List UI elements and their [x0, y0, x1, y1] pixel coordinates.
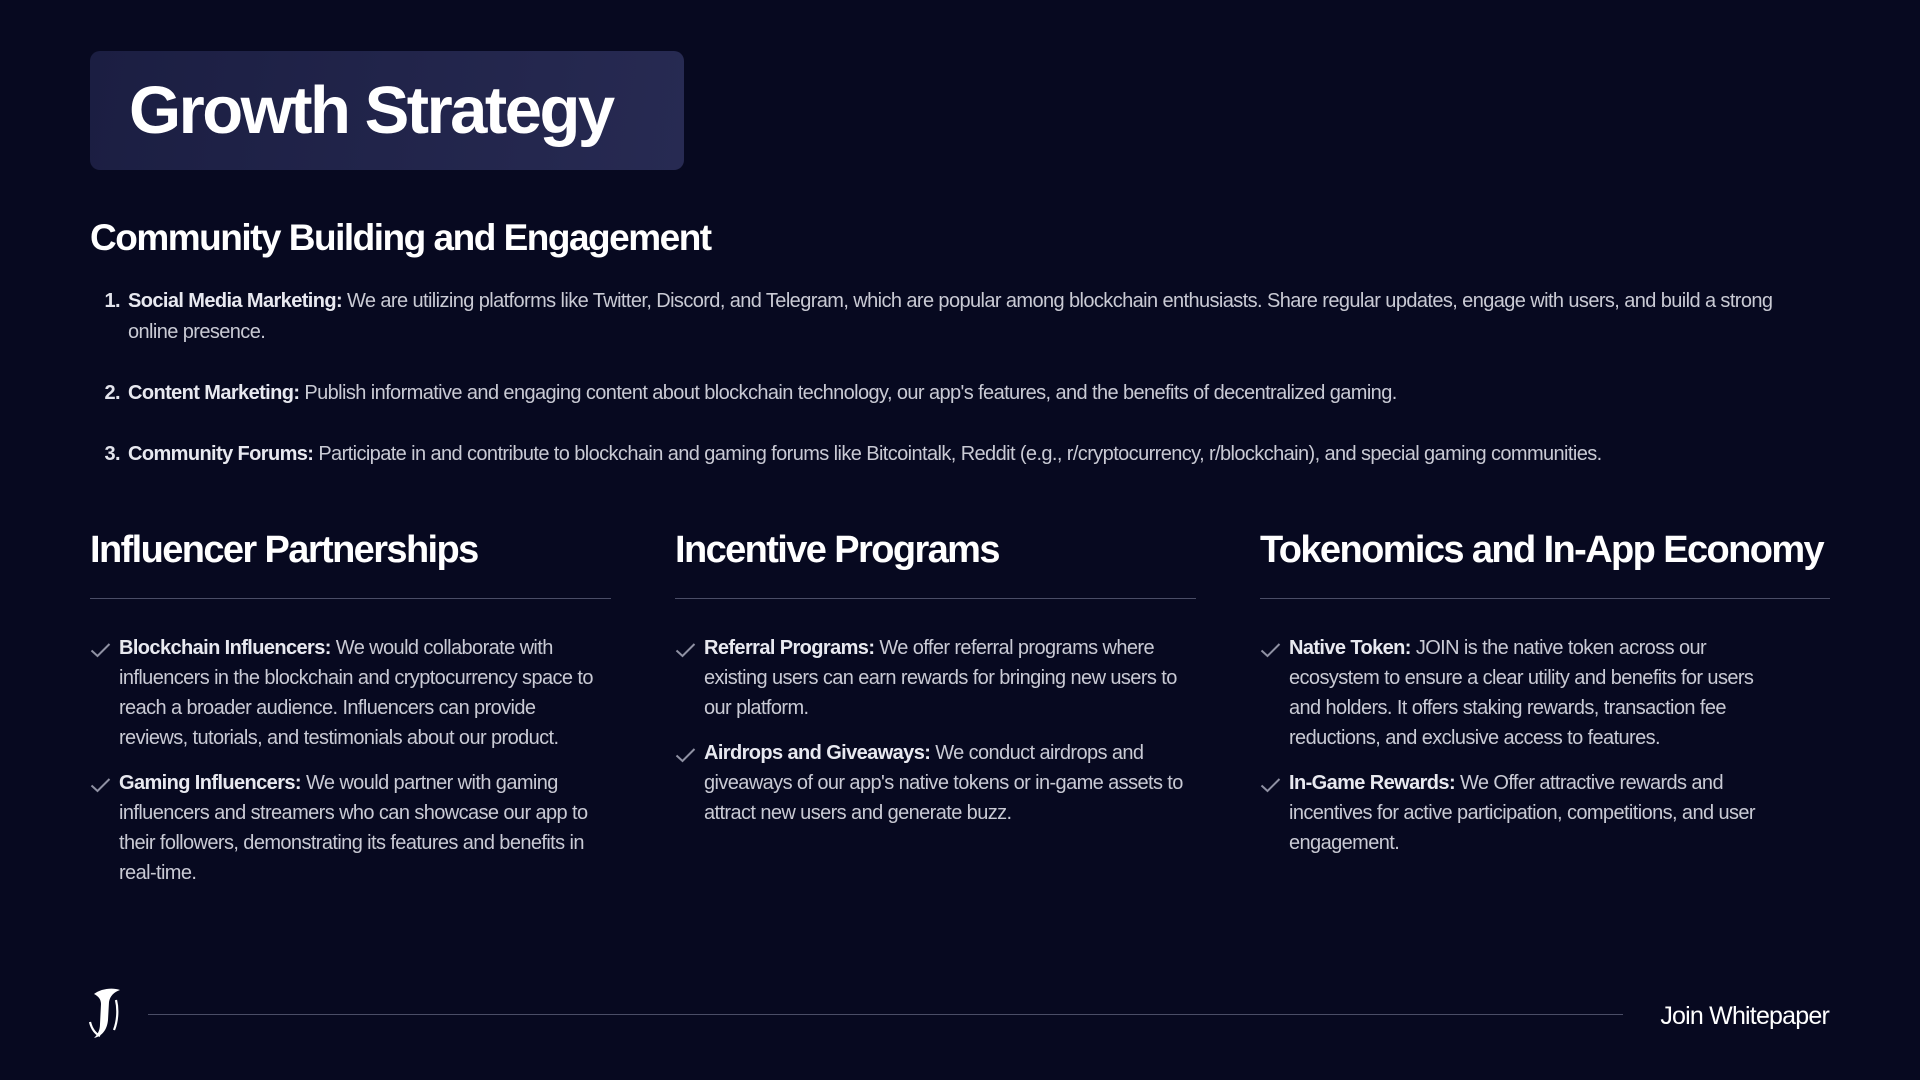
check-item: In-Game Rewards: We Offer attractive rew… — [1260, 768, 1830, 858]
community-list: 1. Social Media Marketing: We are utiliz… — [90, 286, 1790, 500]
column-heading: Incentive Programs — [675, 529, 1000, 571]
join-logo-icon — [88, 986, 124, 1040]
item-text: Content Marketing: Publish informative a… — [120, 378, 1790, 409]
check-text: Gaming Influencers: We would partner wit… — [119, 768, 599, 888]
item-number-wrap: 3. — [90, 439, 121, 470]
item-body: Participate in and contribute to blockch… — [313, 443, 1602, 465]
checkmark-icon — [675, 738, 704, 768]
community-heading: Community Building and Engagement — [90, 217, 712, 258]
check-item: Blockchain Influencers: We would collabo… — [90, 633, 611, 753]
check-item: Gaming Influencers: We would partner wit… — [90, 768, 611, 888]
check-text: In-Game Rewards: We Offer attractive rew… — [1289, 768, 1779, 858]
check-item: Airdrops and Giveaways: We conduct airdr… — [675, 738, 1196, 828]
checkmark-icon — [1260, 633, 1289, 663]
community-item: 3. Community Forums: Participate in and … — [90, 439, 1790, 470]
tokenomics-column: Tokenomics and In-App Economy Native Tok… — [1260, 527, 1830, 873]
check-list: Referral Programs: We offer referral pro… — [675, 633, 1196, 828]
check-text: Referral Programs: We offer referral pro… — [704, 633, 1196, 723]
check-label: Gaming Influencers: — [119, 772, 302, 794]
column-divider — [1260, 598, 1830, 599]
item-text: Social Media Marketing: We are utilizing… — [120, 286, 1790, 348]
check-list: Native Token: JOIN is the native token a… — [1260, 633, 1830, 858]
item-label: Community Forums: — [128, 443, 314, 465]
page-title: Growth Strategy — [129, 73, 615, 148]
community-item: 2. Content Marketing: Publish informativ… — [90, 378, 1790, 409]
column-divider — [675, 598, 1196, 599]
check-text: Airdrops and Giveaways: We conduct airdr… — [704, 738, 1196, 828]
item-number-wrap: 1. — [90, 286, 121, 348]
check-label: Referral Programs: — [704, 637, 875, 659]
item-label: Social Media Marketing: — [128, 290, 343, 312]
item-body: Publish informative and engaging content… — [299, 382, 1397, 404]
item-number-wrap: 2. — [90, 378, 121, 409]
column-divider — [90, 598, 611, 599]
checkmark-icon — [90, 768, 119, 798]
check-text: Blockchain Influencers: We would collabo… — [119, 633, 599, 753]
item-number: 3. — [104, 443, 121, 465]
check-item: Native Token: JOIN is the native token a… — [1260, 633, 1830, 753]
check-label: Native Token: — [1289, 637, 1411, 659]
item-label: Content Marketing: — [128, 382, 300, 404]
checkmark-icon — [1260, 768, 1289, 798]
check-text: Native Token: JOIN is the native token a… — [1289, 633, 1779, 753]
item-text: Community Forums: Participate in and con… — [120, 439, 1790, 470]
check-label: In-Game Rewards: — [1289, 772, 1456, 794]
title-box: Growth Strategy — [90, 51, 684, 170]
column-heading: Tokenomics and In-App Economy — [1260, 529, 1825, 571]
community-item: 1. Social Media Marketing: We are utiliz… — [90, 286, 1790, 348]
check-item: Referral Programs: We offer referral pro… — [675, 633, 1196, 723]
footer-divider — [148, 1014, 1623, 1015]
incentive-column: Incentive Programs Referral Programs: We… — [675, 527, 1196, 843]
column-heading: Influencer Partnerships — [90, 529, 479, 571]
check-list: Blockchain Influencers: We would collabo… — [90, 633, 611, 888]
item-number: 1. — [104, 290, 121, 312]
item-body: We are utilizing platforms like Twitter,… — [128, 290, 1773, 343]
checkmark-icon — [675, 633, 704, 663]
influencer-column: Influencer Partnerships Blockchain Influ… — [90, 527, 611, 903]
checkmark-icon — [90, 633, 119, 663]
check-label: Airdrops and Giveaways: — [704, 742, 931, 764]
footer-label: Join Whitepaper — [1660, 1002, 1829, 1030]
check-label: Blockchain Influencers: — [119, 637, 331, 659]
item-number: 2. — [104, 382, 121, 404]
